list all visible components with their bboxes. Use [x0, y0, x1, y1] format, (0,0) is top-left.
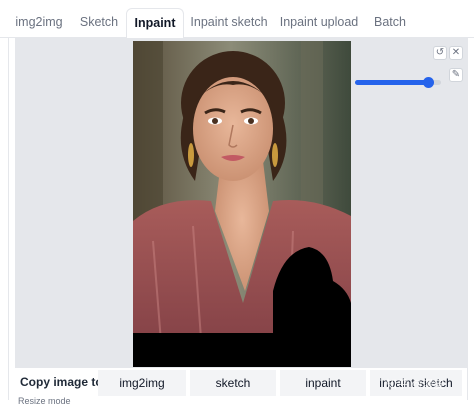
close-icon[interactable]: ✕ [449, 46, 463, 60]
brush-icon[interactable]: ✎ [449, 68, 463, 82]
copy-to-img2img-button[interactable]: img2img [98, 370, 186, 396]
tab-inpaint[interactable]: Inpaint [126, 8, 184, 39]
brush-size-thumb[interactable] [423, 77, 434, 88]
copy-image-label: Copy image to: [20, 375, 107, 389]
copy-to-sketch-button[interactable]: sketch [190, 370, 276, 396]
tab-bar: img2img Sketch Inpaint Inpaint sketch In… [0, 0, 474, 39]
source-image[interactable] [133, 41, 351, 367]
tab-inpaint-upload[interactable]: Inpaint upload [276, 9, 362, 38]
copy-to-inpaint-button[interactable]: inpaint [280, 370, 366, 396]
brush-size-slider[interactable] [355, 77, 441, 88]
tab-img2img[interactable]: img2img [10, 9, 68, 38]
watermark: 知乎 @漫皮 [386, 379, 445, 391]
resize-mode-label: Resize mode [18, 396, 71, 404]
inpaint-panel: ↺ ✕ ✎ [8, 38, 468, 400]
tab-inpaint-sketch[interactable]: Inpaint sketch [188, 9, 270, 38]
undo-icon[interactable]: ↺ [433, 46, 447, 60]
tab-sketch[interactable]: Sketch [74, 9, 124, 38]
inpaint-canvas[interactable]: ↺ ✕ ✎ [15, 38, 467, 368]
brush-size-fill [355, 80, 428, 85]
tab-batch[interactable]: Batch [368, 9, 412, 38]
